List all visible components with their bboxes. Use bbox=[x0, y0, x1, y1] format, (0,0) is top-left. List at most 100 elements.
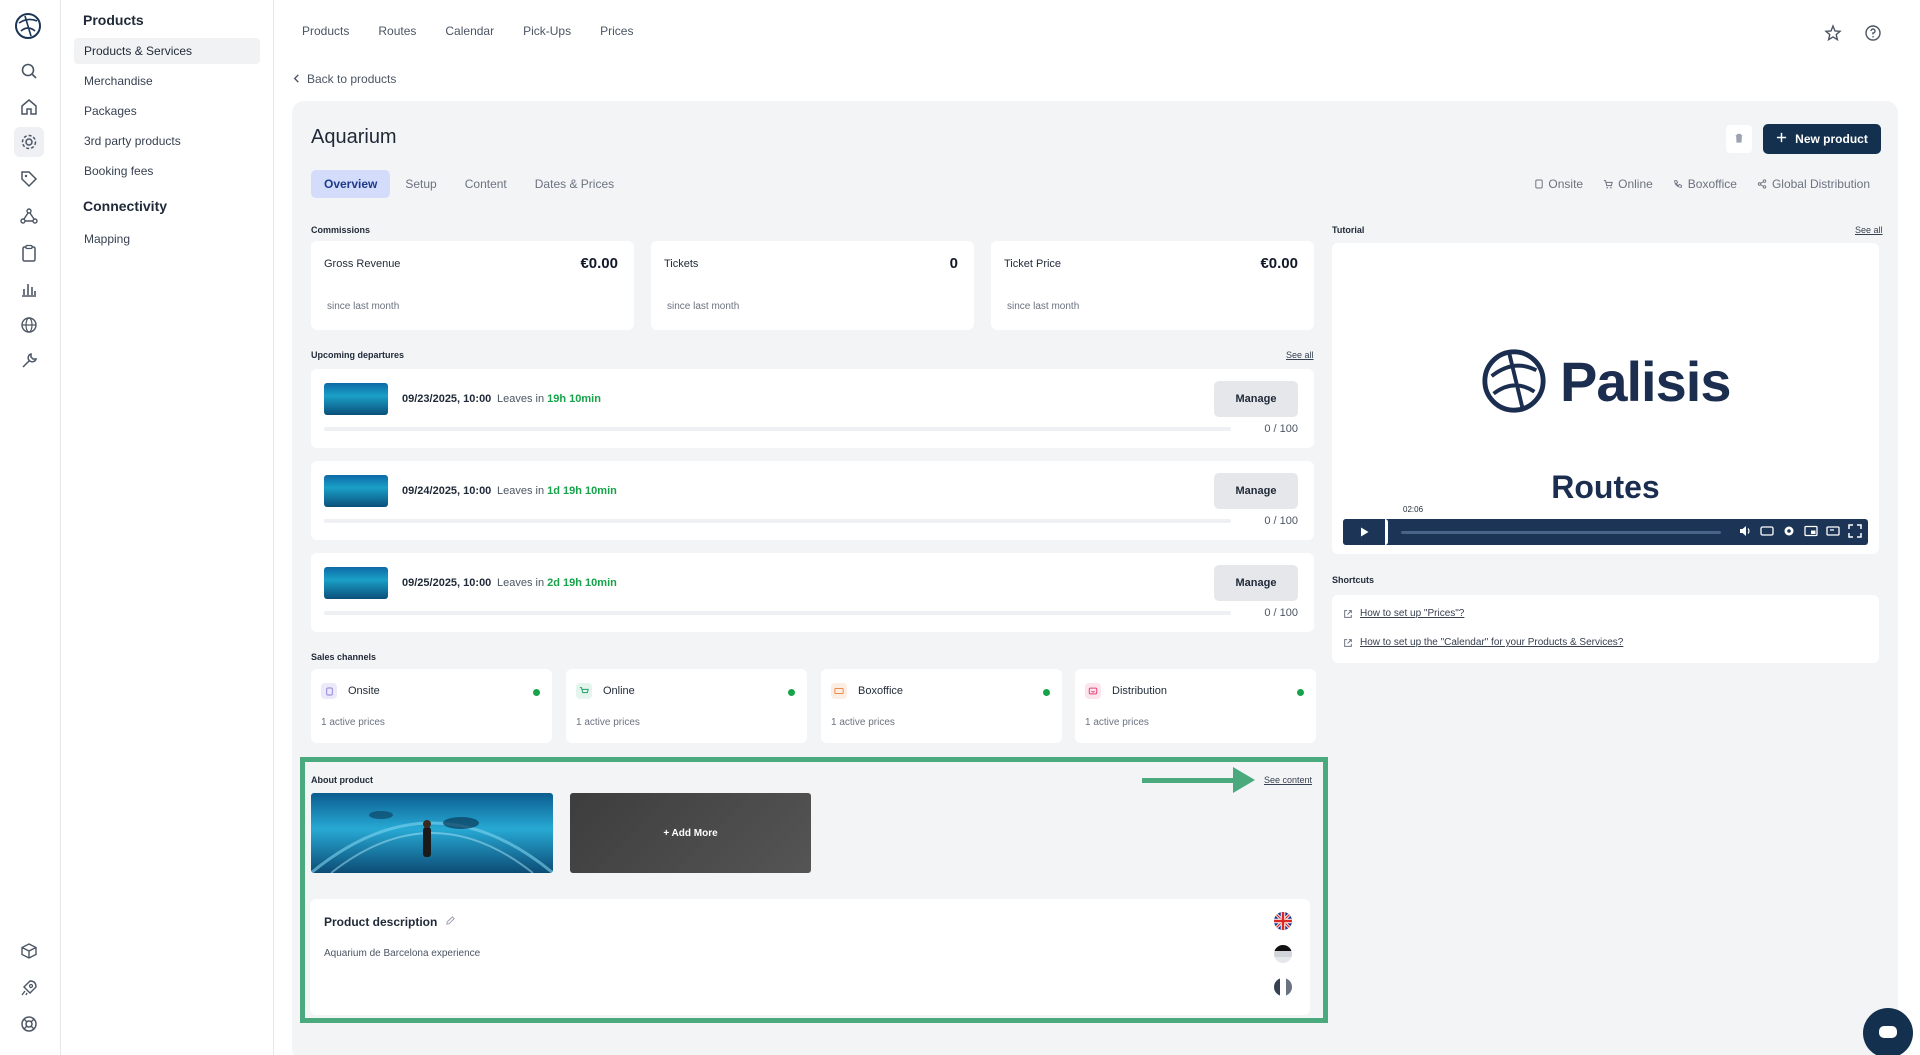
channel-card-onsite[interactable]: Onsite 1 active prices bbox=[311, 669, 552, 743]
nav-item-packages[interactable]: Packages bbox=[74, 98, 260, 124]
filter-global-distribution-label: Global Distribution bbox=[1771, 177, 1870, 191]
departure-eta: Leaves in 1d 19h 10min bbox=[497, 485, 617, 497]
pointer-arrow bbox=[1142, 778, 1236, 783]
pencil-icon[interactable] bbox=[445, 915, 456, 929]
filter-online[interactable]: Online bbox=[1603, 177, 1653, 191]
nav-item-3rd-party-products[interactable]: 3rd party products bbox=[74, 128, 260, 154]
nav-item-products-services[interactable]: Products & Services bbox=[74, 38, 260, 64]
play-button[interactable] bbox=[1343, 519, 1388, 545]
bar-chart-icon[interactable] bbox=[14, 274, 44, 304]
filter-global-distribution[interactable]: Global Distribution bbox=[1757, 177, 1870, 191]
see-content-link[interactable]: See content bbox=[1264, 775, 1312, 785]
departure-eta-prefix: Leaves in bbox=[497, 393, 545, 405]
fr-flag-icon[interactable] bbox=[1274, 978, 1292, 996]
top-nav-pickups[interactable]: Pick-Ups bbox=[523, 24, 571, 38]
departures-see-all-link[interactable]: See all bbox=[1286, 350, 1314, 360]
gear-icon[interactable] bbox=[14, 127, 44, 157]
video-time: 02:06 bbox=[1403, 505, 1424, 514]
top-nav-calendar[interactable]: Calendar bbox=[445, 24, 494, 38]
channel-card-boxoffice[interactable]: Boxoffice 1 active prices bbox=[821, 669, 1062, 743]
nav-item-merchandise[interactable]: Merchandise bbox=[74, 68, 260, 94]
about-product-label: About product bbox=[311, 775, 373, 785]
cube-icon[interactable] bbox=[14, 936, 44, 966]
uk-flag-icon[interactable] bbox=[1274, 912, 1292, 930]
help-icon[interactable] bbox=[1864, 24, 1882, 45]
top-nav-routes[interactable]: Routes bbox=[378, 24, 416, 38]
home-icon[interactable] bbox=[14, 92, 44, 122]
phone-icon bbox=[1535, 179, 1544, 189]
tab-overview[interactable]: Overview bbox=[311, 170, 391, 198]
shortcuts-label: Shortcuts bbox=[1332, 575, 1375, 585]
nav-item-booking-fees[interactable]: Booking fees bbox=[74, 158, 260, 184]
star-icon[interactable] bbox=[1824, 24, 1842, 45]
network-icon[interactable] bbox=[14, 201, 44, 231]
capacity-count: 0 / 100 bbox=[1264, 423, 1298, 435]
channel-filters: Onsite Online Boxoffice Global Distribut… bbox=[1535, 177, 1870, 191]
phone-call-icon bbox=[1674, 180, 1682, 188]
departure-row: 09/23/2025, 10:00 Leaves in 19h 10min Ma… bbox=[311, 369, 1314, 448]
shortcut-link-prices[interactable]: How to set up "Prices"? bbox=[1343, 608, 1464, 619]
search-icon[interactable] bbox=[14, 56, 44, 86]
tutorial-video[interactable]: Palisis Routes 02:06 bbox=[1332, 243, 1879, 554]
delete-button[interactable] bbox=[1726, 125, 1752, 153]
fullscreen-icon[interactable] bbox=[1848, 524, 1862, 541]
product-image[interactable] bbox=[311, 793, 553, 873]
back-link-label: Back to products bbox=[307, 72, 397, 86]
capacity-count: 0 / 100 bbox=[1264, 515, 1298, 527]
shortcut-link-calendar[interactable]: How to set up the "Calendar" for your Pr… bbox=[1343, 637, 1623, 648]
status-dot bbox=[1297, 689, 1304, 696]
manage-button[interactable]: Manage bbox=[1214, 565, 1298, 601]
departure-eta-value: 2d 19h 10min bbox=[547, 577, 617, 589]
rocket-icon[interactable] bbox=[14, 973, 44, 1003]
secondary-nav: Products Products & Services Merchandise… bbox=[61, 0, 274, 1055]
new-product-button[interactable]: New product bbox=[1763, 124, 1881, 154]
wrench-icon[interactable] bbox=[14, 346, 44, 376]
manage-button[interactable]: Manage bbox=[1214, 381, 1298, 417]
commissions-label: Commissions bbox=[311, 225, 371, 235]
volume-icon[interactable] bbox=[1738, 524, 1752, 541]
status-dot bbox=[1043, 689, 1050, 696]
tab-content[interactable]: Content bbox=[452, 170, 520, 198]
channel-active-prices: 1 active prices bbox=[1085, 717, 1149, 728]
palisis-logo: Palisis bbox=[1480, 347, 1731, 415]
video-logo-text: Palisis bbox=[1560, 349, 1731, 413]
stat-sub: since last month bbox=[327, 301, 400, 312]
lifebuoy-icon[interactable] bbox=[14, 1009, 44, 1039]
filter-boxoffice[interactable]: Boxoffice bbox=[1673, 177, 1737, 191]
chat-support-button[interactable] bbox=[1863, 1008, 1913, 1055]
channel-card-distribution[interactable]: Distribution 1 active prices bbox=[1075, 669, 1316, 743]
description-title-label: Product description bbox=[324, 915, 438, 929]
departure-row: 09/25/2025, 10:00 Leaves in 2d 19h 10min… bbox=[311, 553, 1314, 632]
video-control-icons bbox=[1738, 524, 1862, 541]
channel-card-online[interactable]: Online 1 active prices bbox=[566, 669, 807, 743]
channel-active-prices: 1 active prices bbox=[831, 717, 895, 728]
tutorial-see-all-link[interactable]: See all bbox=[1855, 225, 1883, 235]
de-flag-icon[interactable] bbox=[1274, 945, 1292, 963]
channel-active-prices: 1 active prices bbox=[576, 717, 640, 728]
aquarium-photo bbox=[311, 811, 553, 873]
capacity-bar bbox=[324, 519, 1231, 523]
captions-icon[interactable] bbox=[1760, 524, 1774, 541]
stat-value: €0.00 bbox=[1260, 255, 1298, 272]
filter-onsite[interactable]: Onsite bbox=[1535, 177, 1583, 191]
clipboard-icon[interactable] bbox=[14, 238, 44, 268]
top-nav-products[interactable]: Products bbox=[302, 24, 349, 38]
external-link-icon bbox=[1344, 638, 1352, 647]
nav-item-mapping[interactable]: Mapping bbox=[74, 226, 260, 252]
tag-icon[interactable] bbox=[14, 164, 44, 194]
video-progress-track[interactable] bbox=[1401, 531, 1721, 534]
back-to-products-link[interactable]: Back to products bbox=[292, 72, 396, 86]
top-nav-prices[interactable]: Prices bbox=[600, 24, 633, 38]
sales-channels-label: Sales channels bbox=[311, 652, 377, 662]
channel-active-prices: 1 active prices bbox=[321, 717, 385, 728]
tab-dates-prices[interactable]: Dates & Prices bbox=[522, 170, 627, 198]
picture-in-picture-icon[interactable] bbox=[1804, 524, 1818, 541]
manage-button[interactable]: Manage bbox=[1214, 473, 1298, 509]
add-more-button[interactable]: + Add More bbox=[570, 793, 811, 873]
globe-logo-icon[interactable] bbox=[13, 11, 43, 41]
capacity-bar bbox=[324, 427, 1231, 431]
tab-setup[interactable]: Setup bbox=[392, 170, 449, 198]
theater-mode-icon[interactable] bbox=[1826, 524, 1840, 541]
settings-icon[interactable] bbox=[1782, 524, 1796, 541]
globe-icon[interactable] bbox=[14, 310, 44, 340]
